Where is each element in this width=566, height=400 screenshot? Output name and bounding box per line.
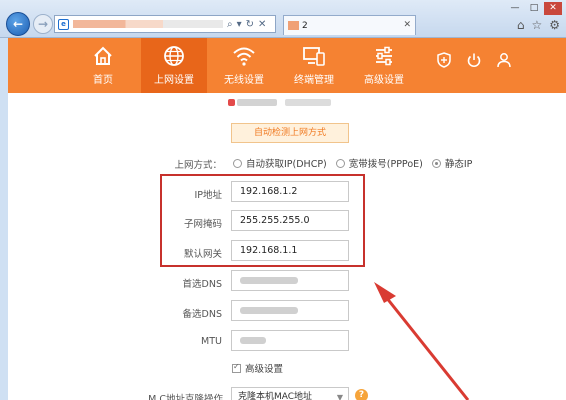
settings-gear-icon[interactable]: ⚙ xyxy=(549,18,560,32)
favorites-star-icon[interactable]: ☆ xyxy=(531,18,542,32)
sliders-icon xyxy=(376,46,392,66)
tab-title: 2 xyxy=(302,20,308,31)
close-icon[interactable]: ✕ xyxy=(258,19,266,30)
forward-button[interactable]: → xyxy=(33,14,53,34)
home-icon[interactable]: ⌂ xyxy=(517,18,525,32)
radio-circle[interactable] xyxy=(335,158,345,168)
nav-internet[interactable]: 上网设置 xyxy=(141,38,207,93)
advanced-settings-label: 高级设置 xyxy=(245,364,284,375)
minimize-button[interactable]: — xyxy=(506,2,524,15)
globe-icon xyxy=(164,46,184,66)
back-arrow-icon: ← xyxy=(12,17,24,31)
nav-wireless-label: 无线设置 xyxy=(224,75,264,86)
nav-internet-label: 上网设置 xyxy=(154,75,194,86)
masked-text xyxy=(237,99,277,106)
masked-value xyxy=(240,277,298,284)
wifi-icon xyxy=(233,47,255,66)
toolbar-icons: ⌂ ☆ ⚙ xyxy=(517,18,560,32)
user-icon[interactable] xyxy=(496,52,512,68)
nav-home[interactable]: 首页 xyxy=(70,38,136,93)
connection-type-radios: 自动获取IP(DHCP) 宽带拨号(PPPoE) 静态IP xyxy=(233,156,481,170)
home-icon xyxy=(94,46,112,65)
browser-toolbar: ← → e ⌕ ▾ ↻ ✕ 2 ✕ — □ ✕ ⌂ ☆ ⚙ xyxy=(0,0,566,38)
devices-icon xyxy=(303,47,325,66)
radio-dhcp-label: 自动获取IP(DHCP) xyxy=(246,159,327,170)
search-icon[interactable]: ⌕ xyxy=(227,19,233,30)
mac-clone-label: M C地址克隆操作 xyxy=(148,394,223,400)
masked-text xyxy=(228,99,235,106)
nav-advanced-label: 高级设置 xyxy=(364,75,404,86)
nav-devices-label: 终端管理 xyxy=(294,75,334,86)
nav-home-label: 首页 xyxy=(93,75,113,86)
tab-close-icon[interactable]: ✕ xyxy=(403,20,411,30)
forward-arrow-icon: → xyxy=(37,17,49,31)
radio-static-ip[interactable]: 静态IP xyxy=(431,156,473,170)
page-gutter xyxy=(0,38,8,400)
tab-favicon-icon xyxy=(288,21,299,30)
device-name-masked xyxy=(228,99,331,106)
masked-value xyxy=(240,337,266,344)
address-url xyxy=(73,20,223,28)
radio-circle-checked[interactable] xyxy=(431,158,441,168)
dropdown-icon[interactable]: ▾ xyxy=(237,19,242,30)
router-nav-bar: 首页 上网设置 无线设置 终端管理 高级设置 xyxy=(8,38,566,93)
mtu-input[interactable] xyxy=(231,330,349,351)
maximize-button[interactable]: □ xyxy=(525,2,543,15)
help-icon[interactable]: ? xyxy=(355,389,368,400)
nav-wireless[interactable]: 无线设置 xyxy=(211,38,277,93)
radio-pppoe[interactable]: 宽带拨号(PPPoE) xyxy=(335,156,423,170)
nav-devices[interactable]: 终端管理 xyxy=(281,38,347,93)
chevron-down-icon: ▼ xyxy=(336,393,343,400)
back-button[interactable]: ← xyxy=(6,12,30,36)
browser-tab[interactable]: 2 ✕ xyxy=(283,15,416,35)
highlight-box xyxy=(160,174,365,267)
connection-type-label: 上网方式： xyxy=(174,160,222,171)
primary-dns-label: 首选DNS xyxy=(182,279,222,290)
power-icon[interactable] xyxy=(466,52,482,68)
address-bar[interactable]: e ⌕ ▾ ↻ ✕ xyxy=(54,15,276,33)
refresh-icon[interactable]: ↻ xyxy=(246,19,254,30)
window-close-button[interactable]: ✕ xyxy=(544,2,562,15)
mac-clone-select[interactable]: 克隆本机MAC地址 ▼ xyxy=(231,387,349,400)
advanced-checkbox[interactable] xyxy=(232,362,241,373)
ie-page-icon: e xyxy=(58,18,69,30)
mac-clone-value: 克隆本机MAC地址 xyxy=(238,392,313,400)
radio-dhcp[interactable]: 自动获取IP(DHCP) xyxy=(233,156,327,170)
masked-value xyxy=(240,307,298,314)
advanced-settings-toggle[interactable]: 高级设置 xyxy=(232,361,283,375)
radio-pppoe-label: 宽带拨号(PPPoE) xyxy=(348,159,423,170)
secondary-dns-input[interactable] xyxy=(231,300,349,321)
auto-detect-button[interactable]: 自动检测上网方式 xyxy=(231,123,349,143)
radio-circle[interactable] xyxy=(233,158,242,168)
mtu-label: MTU xyxy=(201,336,222,347)
secondary-dns-label: 备选DNS xyxy=(182,309,222,320)
primary-dns-input[interactable] xyxy=(231,270,349,291)
shield-icon[interactable] xyxy=(436,52,452,68)
nav-advanced[interactable]: 高级设置 xyxy=(351,38,417,93)
radio-static-ip-label: 静态IP xyxy=(444,159,473,170)
masked-text xyxy=(285,99,331,106)
